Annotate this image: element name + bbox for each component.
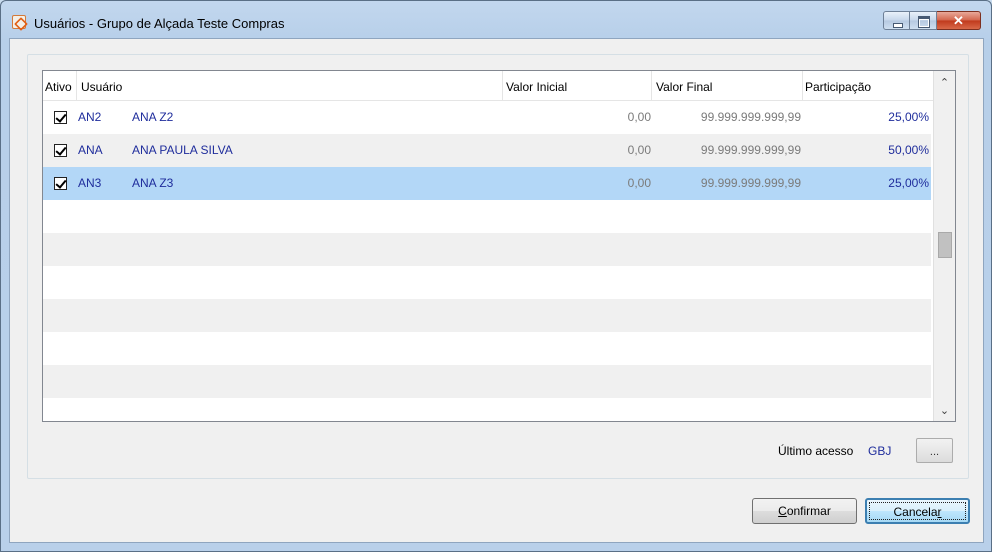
empty-row xyxy=(43,299,931,332)
user-name: ANA PAULA SILVA xyxy=(132,143,233,157)
grid-header: Ativo Usuário Valor Inicial Valor Final … xyxy=(43,71,933,101)
user-name: ANA Z2 xyxy=(132,110,174,124)
confirmar-label: onfirmar xyxy=(786,504,831,518)
close-icon: ✕ xyxy=(953,13,964,28)
valor-inicial: 0,00 xyxy=(627,143,651,157)
vertical-scrollbar[interactable]: ⌃ ⌄ xyxy=(933,71,955,421)
scroll-down-icon[interactable]: ⌄ xyxy=(934,401,955,421)
column-header-usuario[interactable]: Usuário xyxy=(77,71,503,101)
valor-final: 99.999.999.999,99 xyxy=(700,176,801,190)
users-grid[interactable]: Ativo Usuário Valor Inicial Valor Final … xyxy=(42,70,956,422)
active-checkbox[interactable] xyxy=(54,111,67,124)
dialog-window: Usuários - Grupo de Alçada Teste Compras… xyxy=(0,0,992,552)
user-name: ANA Z3 xyxy=(132,176,174,190)
valor-inicial: 0,00 xyxy=(627,110,651,124)
grid-rows: AN2 ANA Z2 0,00 99.999.999.999,99 25,00%… xyxy=(43,101,931,398)
close-button[interactable]: ✕ xyxy=(937,11,981,30)
caption-buttons: ✕ xyxy=(883,11,981,30)
table-row[interactable]: AN2 ANA Z2 0,00 99.999.999.999,99 25,00% xyxy=(43,101,931,134)
active-checkbox[interactable] xyxy=(54,177,67,190)
confirmar-mnemonic: C xyxy=(778,504,787,518)
valor-final: 99.999.999.999,99 xyxy=(700,143,801,157)
table-row[interactable]: ANA ANA PAULA SILVA 0,00 99.999.999.999,… xyxy=(43,134,931,167)
valor-final: 99.999.999.999,99 xyxy=(700,110,801,124)
cancelar-mnemonic: r xyxy=(937,505,942,519)
empty-row xyxy=(43,365,931,398)
valor-inicial: 0,00 xyxy=(627,176,651,190)
column-header-ativo[interactable]: Ativo xyxy=(43,71,77,101)
empty-row xyxy=(43,200,931,233)
app-icon xyxy=(12,15,26,29)
empty-row xyxy=(43,266,931,299)
user-code: ANA xyxy=(78,143,103,157)
active-checkbox[interactable] xyxy=(54,144,67,157)
empty-row xyxy=(43,233,931,266)
participacao: 25,00% xyxy=(888,110,929,124)
table-row-selected[interactable]: AN3 ANA Z3 0,00 99.999.999.999,99 25,00% xyxy=(43,167,931,200)
user-code: AN2 xyxy=(78,110,102,124)
column-header-valor-inicial[interactable]: Valor Inicial xyxy=(503,71,652,101)
maximize-button[interactable] xyxy=(910,11,937,30)
user-code: AN3 xyxy=(78,176,102,190)
dialog-client-area: Ativo Usuário Valor Inicial Valor Final … xyxy=(9,38,984,543)
column-header-participacao[interactable]: Participação xyxy=(803,71,933,101)
cancelar-button[interactable]: Cancelar xyxy=(865,498,970,524)
column-header-valor-final[interactable]: Valor Final xyxy=(652,71,803,101)
participacao: 50,00% xyxy=(888,143,929,157)
title-bar[interactable]: Usuários - Grupo de Alçada Teste Compras… xyxy=(1,1,991,37)
minimize-button[interactable] xyxy=(883,11,910,30)
ultimo-acesso-value: GBJ xyxy=(868,444,892,458)
empty-row xyxy=(43,332,931,365)
window-title: Usuários - Grupo de Alçada Teste Compras xyxy=(34,16,285,31)
scroll-up-icon[interactable]: ⌃ xyxy=(934,73,955,93)
scroll-thumb[interactable] xyxy=(938,232,952,258)
ultimo-acesso-label: Último acesso xyxy=(778,444,854,458)
confirmar-button[interactable]: Confirmar xyxy=(752,498,857,524)
cancelar-label: Cancela xyxy=(893,505,938,519)
browse-button[interactable]: ... xyxy=(916,438,953,463)
participacao: 25,00% xyxy=(888,176,929,190)
